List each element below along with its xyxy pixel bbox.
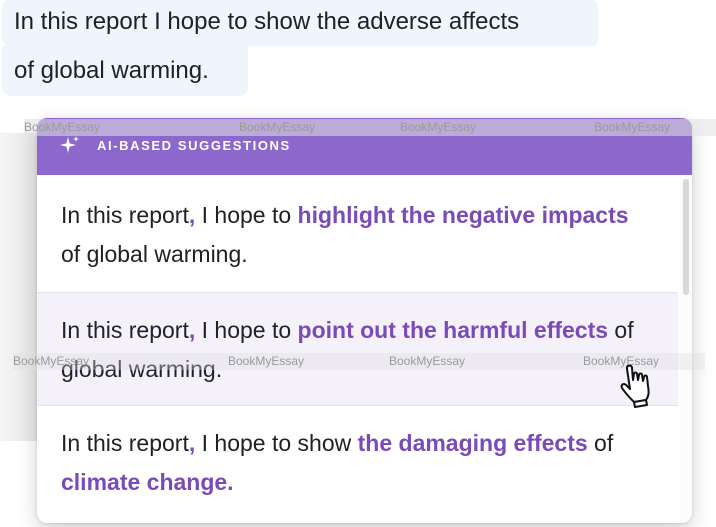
suggestion-text: I hope to — [195, 317, 298, 343]
original-sentence-line-2[interactable]: of global warming. — [2, 46, 248, 96]
suggestion-change: point out the harmful effects — [297, 317, 609, 343]
suggestion-item-hovered[interactable]: In this report, I hope to point out the … — [37, 293, 678, 406]
scrollbar-thumb[interactable] — [683, 179, 689, 295]
suggestion-item[interactable]: In this report, I hope to highlight the … — [37, 175, 678, 293]
watermark: BookMyEssay — [594, 120, 671, 134]
watermark: BookMyEssay — [389, 354, 466, 368]
watermark: BookMyEssay — [24, 120, 101, 134]
watermark: BookMyEssay — [13, 354, 90, 368]
suggestion-text: of global warming. — [61, 241, 248, 267]
suggestion-text: I hope to — [195, 202, 298, 228]
watermark: BookMyEssay — [400, 120, 477, 134]
suggestion-text: of — [587, 430, 614, 456]
sparkle-icon — [60, 136, 79, 153]
watermark-strip: BookMyEssay BookMyEssay BookMyEssay Book… — [13, 353, 705, 370]
suggestion-text: In this report — [61, 317, 189, 343]
suggestion-text: I hope to show — [195, 430, 358, 456]
suggestions-list: In this report, I hope to highlight the … — [37, 175, 678, 523]
watermark-strip: BookMyEssay BookMyEssay BookMyEssay Book… — [24, 119, 716, 136]
suggestion-change: the damaging effects — [357, 430, 588, 456]
screen: In this report I hope to show the advers… — [0, 0, 716, 527]
suggestion-change: climate change. — [61, 469, 234, 495]
watermark: BookMyEssay — [239, 120, 316, 134]
suggestion-text: In this report — [61, 202, 189, 228]
watermark: BookMyEssay — [228, 354, 305, 368]
background-page — [0, 133, 40, 441]
scrollbar[interactable] — [680, 175, 692, 523]
suggestion-text: In this report — [61, 430, 189, 456]
popup-title: AI-BASED SUGGESTIONS — [97, 138, 291, 153]
original-sentence-line-1[interactable]: In this report I hope to show the advers… — [2, 0, 598, 46]
hand-cursor-icon — [620, 364, 650, 408]
suggestion-change: highlight the negative impacts — [297, 202, 629, 228]
suggestions-popup: AI-BASED SUGGESTIONS In this report, I h… — [37, 118, 692, 523]
suggestion-item[interactable]: In this report, I hope to show the damag… — [37, 406, 678, 523]
